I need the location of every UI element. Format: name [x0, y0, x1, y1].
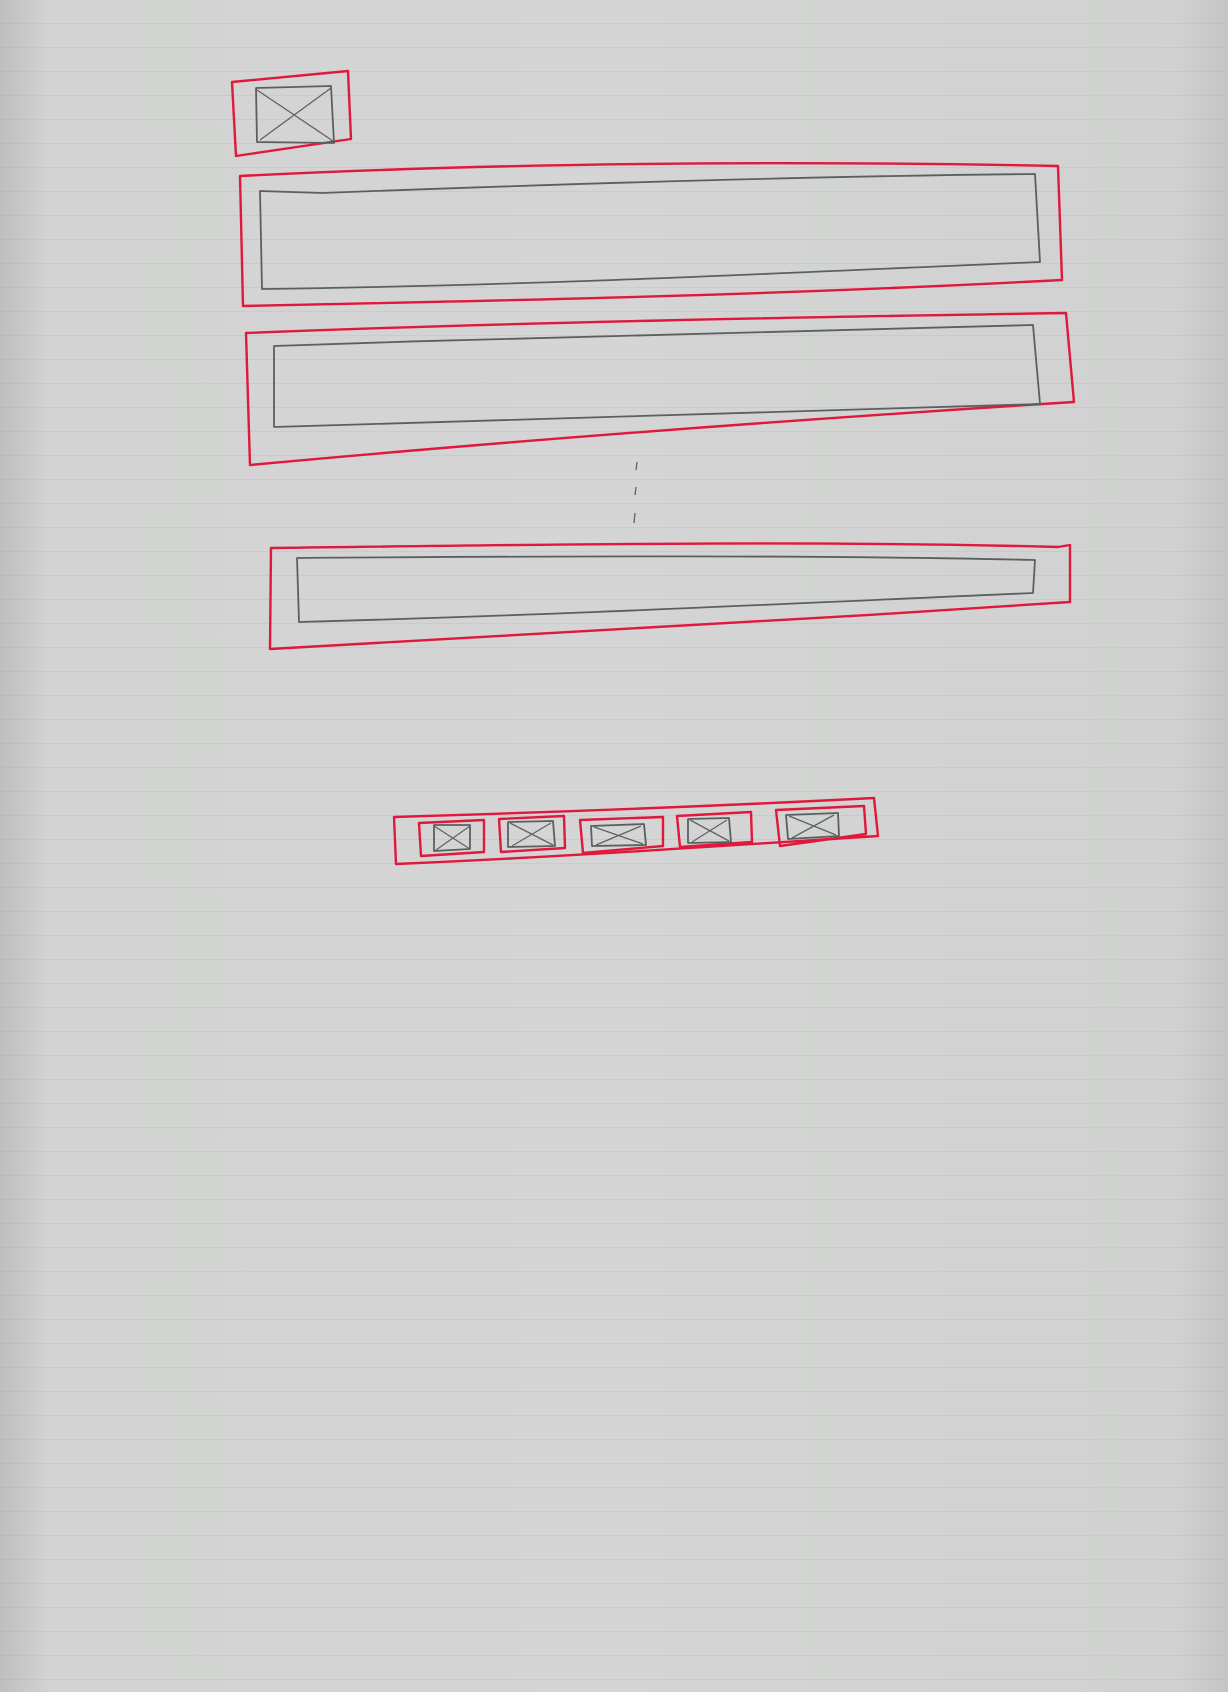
toolbar-button-4[interactable] [675, 810, 754, 849]
wireframe-sketch [230, 69, 1076, 866]
vertical-ellipsis-icon [633, 461, 638, 524]
list-row-1[interactable] [238, 162, 1064, 308]
image-placeholder-icon [255, 85, 335, 144]
image-placeholder-icon [785, 812, 840, 840]
toolbar-button-1[interactable] [417, 818, 486, 858]
toolbar-button-2[interactable] [497, 814, 567, 854]
logo-placeholder[interactable] [230, 69, 353, 158]
image-placeholder-icon [433, 824, 471, 852]
image-placeholder-icon [687, 817, 732, 844]
bottom-toolbar [392, 796, 880, 866]
list-row-2[interactable] [244, 311, 1076, 467]
toolbar-button-5[interactable] [774, 804, 868, 848]
toolbar-button-3[interactable] [578, 815, 665, 855]
list-row-1-content-field [259, 173, 1041, 290]
image-placeholder-icon [507, 820, 556, 848]
list-row-3[interactable] [268, 542, 1072, 651]
image-placeholder-icon [590, 823, 647, 847]
